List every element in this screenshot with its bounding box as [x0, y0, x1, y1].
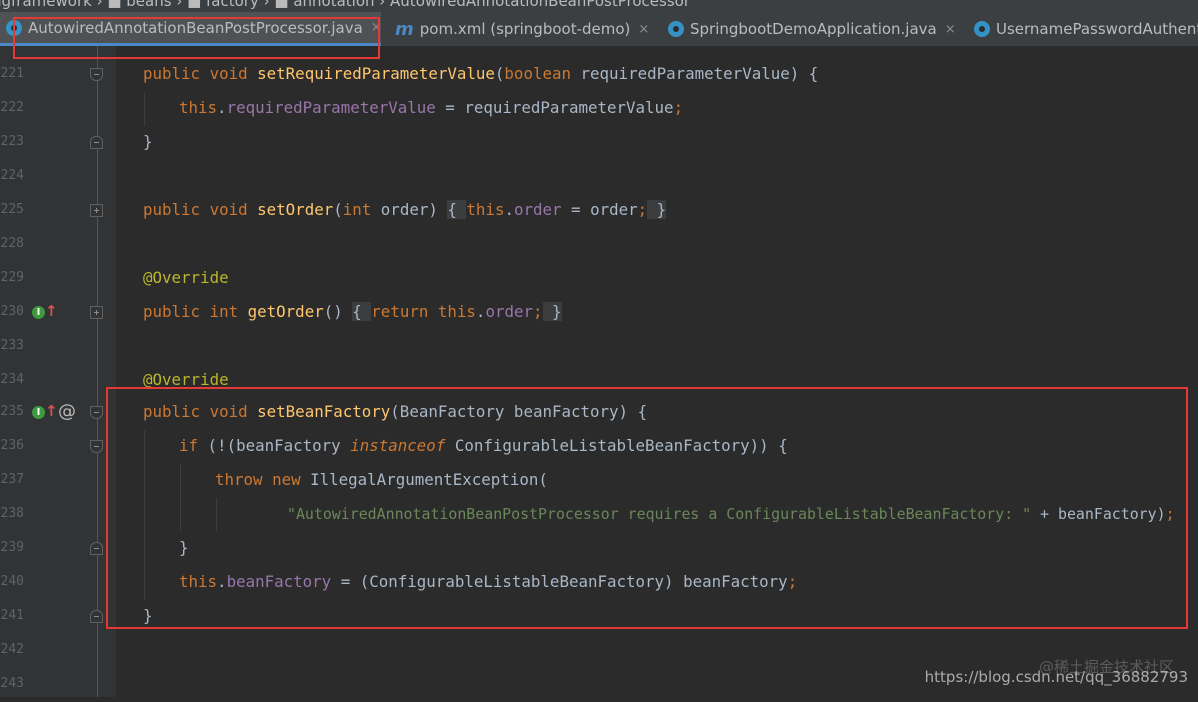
code-line-230: 230 I ↑ public int getOrder() { return t…: [0, 296, 1198, 330]
line-number: 235: [0, 404, 24, 419]
class-icon: [668, 21, 684, 37]
line-code: public int getOrder() { return this.orde…: [143, 302, 562, 321]
line-number: 224: [0, 168, 24, 183]
line-number: 222: [0, 100, 24, 115]
tab-springboot-demo-application[interactable]: SpringbootDemoApplication.java ×: [662, 12, 962, 46]
line-code: public void setOrder(int order) { this.o…: [143, 200, 667, 219]
watermark-url: https://blog.csdn.net/qq_36882793: [924, 668, 1188, 686]
code-line-222: 222 this.requiredParameterValue = requir…: [0, 92, 1198, 126]
tab-highlight-box: [13, 17, 380, 59]
code-line-224: 224: [0, 160, 1198, 194]
line-number: 241: [0, 608, 24, 623]
line-number: 237: [0, 472, 24, 487]
code-line-221: 221 public void setRequiredParameterValu…: [0, 58, 1198, 92]
close-icon[interactable]: ×: [945, 22, 956, 37]
line-number: 236: [0, 438, 24, 453]
tab-label: SpringbootDemoApplication.java: [690, 20, 937, 38]
implements-method-icon[interactable]: I: [32, 406, 45, 419]
indent-guide: [144, 92, 145, 126]
line-number: 229: [0, 270, 24, 285]
tab-username-password-authent[interactable]: UsernamePasswordAuthent: [968, 12, 1198, 46]
tab-label: UsernamePasswordAuthent: [996, 20, 1198, 38]
line-number: 240: [0, 574, 24, 589]
fold-toggle-icon[interactable]: [90, 68, 103, 81]
code-line-223: 223 }: [0, 126, 1198, 160]
close-icon[interactable]: ×: [638, 22, 649, 37]
code-line-228: 228: [0, 228, 1198, 262]
line-number: 233: [0, 338, 24, 353]
fold-expand-icon[interactable]: [90, 306, 103, 319]
implements-method-icon[interactable]: I: [32, 306, 45, 319]
line-code: @Override: [143, 268, 229, 287]
line-number: 238: [0, 506, 24, 521]
line-code: public void setRequiredParameterValue(bo…: [143, 64, 819, 83]
arrow-up-icon[interactable]: ↑: [45, 402, 58, 420]
line-number: 228: [0, 236, 24, 251]
fold-toggle-icon[interactable]: [90, 610, 103, 623]
fold-expand-icon[interactable]: [90, 204, 103, 217]
fold-toggle-icon[interactable]: [90, 440, 103, 453]
line-number: 225: [0, 202, 24, 217]
line-code: this.requiredParameterValue = requiredPa…: [179, 98, 684, 117]
line-number: 234: [0, 372, 24, 387]
code-line-242: 242: [0, 634, 1198, 668]
line-number: 221: [0, 66, 24, 81]
code-line-225: 225 public void setOrder(int order) { th…: [0, 194, 1198, 228]
breadcrumb: ngframework › ■ beans › ■ factory › ■ an…: [0, 0, 1198, 12]
breadcrumb-text: ngframework › ■ beans › ■ factory › ■ an…: [0, 0, 690, 10]
tab-pom-xml[interactable]: m pom.xml (springboot-demo) ×: [389, 12, 659, 46]
line-code: }: [143, 132, 153, 151]
class-icon: [974, 21, 990, 37]
code-highlight-box: [106, 387, 1188, 629]
line-number: 230: [0, 304, 24, 319]
fold-toggle-icon[interactable]: [90, 542, 103, 555]
code-line-229: 229 @Override: [0, 262, 1198, 296]
line-number: 239: [0, 540, 24, 555]
line-number: 243: [0, 676, 24, 691]
fold-toggle-icon[interactable]: [90, 136, 103, 149]
tab-label: pom.xml (springboot-demo): [419, 20, 631, 38]
fold-toggle-icon[interactable]: [90, 406, 103, 419]
at-sign-icon[interactable]: @: [58, 401, 76, 422]
line-number: 223: [0, 134, 24, 149]
code-line-233: 233: [0, 330, 1198, 364]
arrow-up-icon[interactable]: ↑: [45, 302, 58, 320]
line-number: 242: [0, 642, 24, 657]
maven-icon: m: [395, 18, 414, 40]
